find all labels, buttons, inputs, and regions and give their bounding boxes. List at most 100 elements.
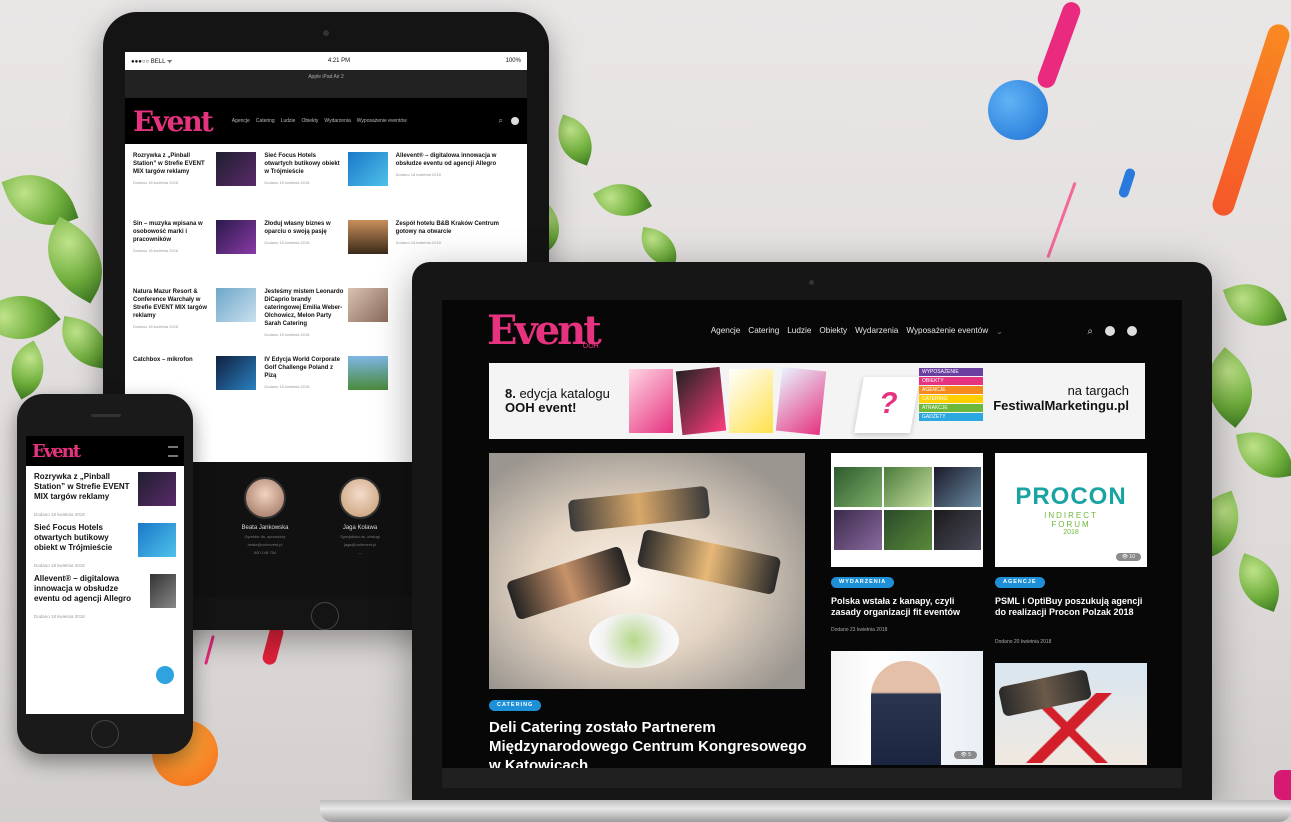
article-date: Dodano 18 kwietnia 2018 bbox=[264, 240, 310, 245]
home-button[interactable] bbox=[311, 602, 339, 630]
scroll-top-button[interactable] bbox=[156, 666, 174, 684]
catalog-banner[interactable]: 8. edycja katalogu OOH event! ? WYPOSAŻE… bbox=[489, 363, 1145, 439]
nav-item-wydarzenia[interactable]: Wydarzenia bbox=[855, 326, 898, 336]
search-icon[interactable]: ⌕ bbox=[499, 116, 503, 126]
list-item[interactable]: IV Edycja World Corporate Golf Challenge… bbox=[264, 356, 388, 418]
article-card-title[interactable]: PSML i OptiBuy poszukują agencji do real… bbox=[995, 596, 1150, 618]
category-tag[interactable]: CATERING bbox=[489, 700, 542, 711]
settings-icon[interactable] bbox=[511, 117, 519, 125]
article-title: Allevent® – digitalowa innowacja w obsłu… bbox=[34, 574, 132, 603]
tablet-nav-item[interactable]: Wydarzenia bbox=[324, 118, 350, 124]
contact-email[interactable]: jaga@oohevent.pl bbox=[315, 542, 405, 547]
article-date: Dodano 18 kwietnia 2018 bbox=[133, 180, 179, 185]
tablet-nav-item[interactable]: Obiekty bbox=[301, 118, 318, 124]
article-thumbnail[interactable] bbox=[347, 288, 388, 322]
article-thumbnail[interactable] bbox=[216, 288, 257, 322]
contact-email[interactable]: beata@oohevent.pl bbox=[220, 542, 310, 547]
banner-line2: OOH event! bbox=[505, 400, 577, 415]
tablet-nav-item[interactable]: Wyposażenie eventów bbox=[357, 118, 407, 124]
carrier-label: ●●●○○ BELL ᯤ bbox=[131, 59, 173, 65]
tablet-url-bar[interactable]: Apple iPad Air 2 bbox=[125, 70, 527, 98]
article-card-title[interactable]: Polska wstała z kanapy, czyli zasady org… bbox=[831, 596, 986, 618]
tablet-camera bbox=[323, 30, 329, 36]
article-card-date: Dodano 20 kwietnia 2018 bbox=[995, 639, 1052, 645]
phone-home-button[interactable] bbox=[91, 720, 119, 748]
main-article-image[interactable] bbox=[489, 453, 805, 689]
nav-item-ludzie[interactable]: Ludzie bbox=[787, 326, 811, 336]
list-item[interactable]: Allevent® – digitalowa innowacja w obsłu… bbox=[396, 152, 519, 214]
list-item[interactable]: Rozrywka z „Pinball Station” w Strefie E… bbox=[26, 466, 184, 512]
category-tag[interactable]: AGENCJE bbox=[995, 577, 1045, 588]
hamburger-menu-icon[interactable] bbox=[168, 445, 178, 457]
list-item[interactable]: Sieć Focus Hotels otwartych butikowy obi… bbox=[264, 152, 388, 214]
blue-circle-decoration bbox=[988, 80, 1048, 140]
instagram-icon[interactable] bbox=[1127, 325, 1137, 336]
pink-line-decoration bbox=[1046, 181, 1077, 259]
badge: GADŻETY bbox=[919, 413, 983, 421]
article-thumbnail[interactable] bbox=[216, 152, 257, 186]
article-title: Sin – muzyka wpisana w osobowość marki i… bbox=[133, 221, 203, 243]
time-label: 4:21 PM bbox=[327, 58, 351, 64]
article-date: Dodano 18 kwietnia 2018 bbox=[395, 172, 441, 177]
badge: AGENCJE bbox=[919, 386, 983, 394]
nav-item-wyposazenie[interactable]: Wyposażenie eventów bbox=[906, 326, 988, 336]
magazine-cover-1 bbox=[629, 369, 673, 433]
nav-item-catering[interactable]: Catering bbox=[748, 326, 779, 336]
contact-card: Jaga Kolawa Specjalista ds. obsługi jaga… bbox=[315, 477, 405, 555]
list-item[interactable]: Sieć Focus Hotels otwartych butikowy obi… bbox=[26, 517, 184, 563]
tablet-nav-item[interactable]: Agencje bbox=[232, 118, 250, 124]
phone-speaker bbox=[91, 414, 121, 417]
tablet-nav: Agencje Catering Ludzie Obiekty Wydarzen… bbox=[232, 118, 407, 124]
article-thumbnail[interactable] bbox=[138, 472, 176, 506]
article-title: Zespół hotelu B&B Kraków Centrum gotowy … bbox=[395, 221, 499, 235]
views-badge: 👁 5 bbox=[954, 751, 977, 759]
facebook-icon[interactable] bbox=[1105, 325, 1115, 336]
laptop-screen: Event OOH Agencje Catering Ludzie Obiekt… bbox=[442, 300, 1182, 788]
main-article-title[interactable]: Deli Catering zostało Partnerem Międzyna… bbox=[489, 718, 819, 775]
article-card-image[interactable] bbox=[995, 663, 1147, 765]
tablet-nav-item[interactable]: Catering bbox=[256, 118, 275, 124]
nav-item-obiekty[interactable]: Obiekty bbox=[819, 326, 847, 336]
category-tag[interactable]: WYDARZENIA bbox=[831, 577, 895, 588]
phone-logo[interactable]: Event bbox=[32, 441, 81, 462]
article-thumbnail[interactable] bbox=[138, 523, 176, 557]
article-thumbnail[interactable] bbox=[347, 356, 388, 390]
tablet-nav-item[interactable]: Ludzie bbox=[281, 118, 296, 124]
article-thumbnail[interactable] bbox=[216, 356, 257, 390]
battery-label: 100% bbox=[505, 58, 521, 64]
list-item[interactable]: Natura Mazur Resort & Conference Warchał… bbox=[133, 288, 257, 350]
list-item[interactable]: Rozrywka z „Pinball Station” w Strefie E… bbox=[133, 152, 257, 214]
food-plate bbox=[589, 613, 679, 668]
chevron-down-icon[interactable]: ⌄ bbox=[996, 326, 1003, 336]
article-title: Jesteśmy mistem Leonardo DiCaprio brandy… bbox=[264, 289, 344, 327]
tablet-logo[interactable]: Event bbox=[133, 105, 214, 138]
avatar bbox=[244, 477, 286, 519]
article-title: Allevent® – digitalowa innowacja w obsłu… bbox=[395, 153, 497, 167]
article-card-image[interactable]: 👁 5 bbox=[831, 651, 983, 765]
food-tray bbox=[636, 528, 782, 596]
banner-line1: edycja katalogu bbox=[515, 386, 610, 401]
article-date: Dodano 18 kwietnia 2018 bbox=[395, 240, 441, 245]
article-card-image[interactable] bbox=[831, 453, 983, 567]
list-item[interactable]: Jesteśmy mistem Leonardo DiCaprio brandy… bbox=[264, 288, 388, 350]
list-item[interactable]: Sin – muzyka wpisana w osobowość marki i… bbox=[133, 220, 257, 282]
contact-name: Beata Jankowska bbox=[241, 525, 289, 531]
article-thumbnail[interactable] bbox=[150, 574, 176, 608]
procon-year: 2018 bbox=[1063, 529, 1079, 536]
header-icons: ⌕ bbox=[1087, 325, 1137, 337]
list-item[interactable]: Allevent® – digitalowa innowacja w obsłu… bbox=[26, 568, 184, 614]
article-thumbnail[interactable] bbox=[347, 152, 388, 186]
article-date: Dodano 18 kwietnia 2018 bbox=[133, 248, 179, 253]
procon-line1: INDIRECT bbox=[1044, 511, 1098, 520]
procon-logo-text: PROCON bbox=[1015, 483, 1127, 510]
list-item[interactable]: Złoduj własny biznes w oparciu o swoją p… bbox=[264, 220, 388, 282]
banner-number: 8. bbox=[505, 386, 516, 401]
nav-item-agencje[interactable]: Agencje bbox=[711, 326, 741, 336]
article-date: Dodano 18 kwietnia 2018 bbox=[264, 180, 310, 185]
article-card-image[interactable]: PROCON INDIRECT FORUM 2018 👁 10 bbox=[995, 453, 1147, 567]
search-icon[interactable]: ⌕ bbox=[1087, 326, 1093, 337]
article-title: Natura Mazur Resort & Conference Warchał… bbox=[133, 289, 208, 319]
article-thumbnail[interactable] bbox=[347, 220, 388, 254]
article-date: Dodano 18 kwietnia 2018 bbox=[264, 384, 310, 389]
article-thumbnail[interactable] bbox=[216, 220, 257, 254]
